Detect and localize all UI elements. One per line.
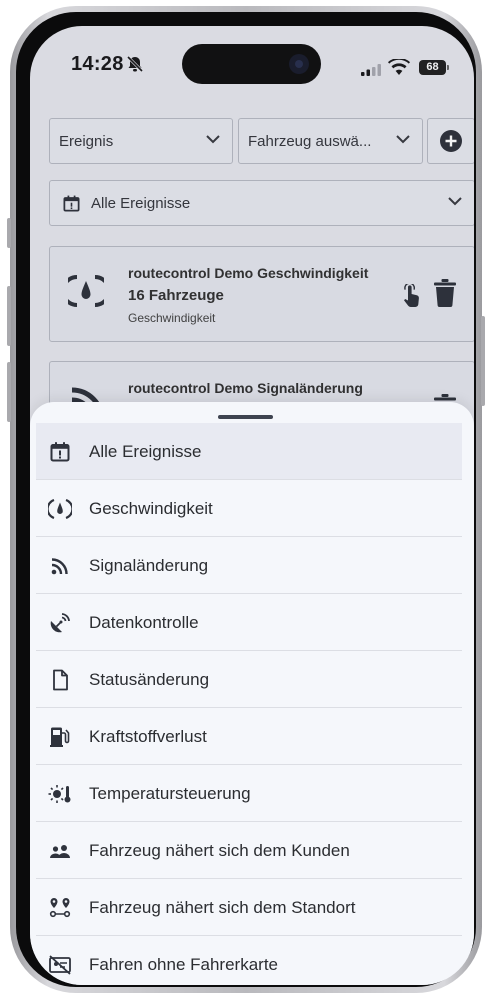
chevron-down-icon bbox=[206, 135, 220, 144]
dynamic-island bbox=[182, 44, 321, 84]
front-camera bbox=[289, 54, 309, 74]
phone-bezel: 14:28 68 Ereignis Fahrzeug auswä... Alle… bbox=[16, 12, 476, 987]
sheet-item-label: Fahrzeug nähert sich dem Kunden bbox=[89, 841, 350, 860]
event-card[interactable]: routecontrol Demo Geschwindigkeit 16 Fah… bbox=[49, 246, 474, 342]
sheet-drag-handle[interactable] bbox=[218, 415, 273, 419]
chevron-down-icon bbox=[448, 197, 462, 206]
people-icon bbox=[50, 845, 70, 858]
cellular-signal-icon bbox=[361, 64, 381, 76]
sheet-item-geschwindigkeit[interactable]: Geschwindigkeit bbox=[36, 480, 462, 537]
sheet-item-fahrzeug-kunden[interactable]: Fahrzeug nähert sich dem Kunden bbox=[36, 822, 462, 879]
sheet-item-label: Kraftstoffverlust bbox=[89, 727, 207, 746]
sheet-item-fahrzeug-standort[interactable]: Fahrzeug nähert sich dem Standort bbox=[36, 879, 462, 936]
date-filter-label: Alle Ereignisse bbox=[91, 195, 191, 212]
power-button bbox=[481, 316, 485, 406]
event-card-title: routecontrol Demo Signaländerung bbox=[128, 380, 363, 396]
sheet-item-datenkontrolle[interactable]: Datenkontrolle bbox=[36, 594, 462, 651]
sheet-item-alle-ereignisse[interactable]: Alle Ereignisse bbox=[36, 423, 462, 480]
status-bar: 14:28 68 bbox=[30, 26, 474, 100]
fuel-pump-icon bbox=[50, 727, 70, 747]
sheet-item-label: Statusänderung bbox=[89, 670, 210, 689]
speedometer-icon bbox=[68, 275, 104, 307]
wifi-icon bbox=[388, 59, 410, 75]
event-select-label: Ereignis bbox=[59, 133, 114, 150]
event-card-title: routecontrol Demo Geschwindigkeit bbox=[128, 265, 369, 281]
speedometer-icon bbox=[48, 498, 72, 520]
sheet-item-label: Temperatursteuerung bbox=[89, 784, 251, 803]
sheet-item-label: Fahren ohne Fahrerkarte bbox=[89, 955, 278, 974]
signal-rss-icon bbox=[51, 558, 68, 575]
temperature-sun-icon bbox=[48, 785, 71, 803]
document-icon bbox=[53, 669, 68, 691]
sheet-item-kraftstoffverlust[interactable]: Kraftstoffverlust bbox=[36, 708, 462, 765]
sheet-item-label: Fahrzeug nähert sich dem Standort bbox=[89, 898, 356, 917]
add-button[interactable] bbox=[427, 118, 474, 164]
calendar-alert-icon bbox=[50, 442, 70, 462]
plus-circle-icon bbox=[440, 130, 462, 152]
event-card-vehicle-count: 16 Fahrzeuge bbox=[128, 287, 224, 304]
chevron-down-icon bbox=[396, 135, 410, 144]
sheet-item-fahren-ohne-fahrerkarte[interactable]: Fahren ohne Fahrerkarte bbox=[36, 936, 462, 985]
sheet-item-statusaenderung[interactable]: Statusänderung bbox=[36, 651, 462, 708]
action-button bbox=[7, 218, 11, 248]
volume-up-button bbox=[7, 286, 11, 346]
satellite-dish-icon bbox=[50, 613, 70, 633]
tap-hand-icon[interactable] bbox=[401, 284, 423, 308]
sheet-item-signalaenderung[interactable]: Signaländerung bbox=[36, 537, 462, 594]
event-select[interactable]: Ereignis bbox=[49, 118, 233, 164]
date-filter-select[interactable]: Alle Ereignisse bbox=[49, 180, 474, 226]
event-type-sheet: Alle Ereignisse Geschwindigkeit Signalän… bbox=[30, 402, 474, 985]
calendar-alert-icon bbox=[63, 195, 80, 212]
sheet-item-temperatursteuerung[interactable]: Temperatursteuerung bbox=[36, 765, 462, 822]
battery-indicator: 68 bbox=[419, 60, 449, 75]
sheet-item-label: Datenkontrolle bbox=[89, 613, 199, 632]
event-card-type: Geschwindigkeit bbox=[128, 311, 216, 325]
driver-card-icon bbox=[49, 955, 71, 975]
location-route-icon bbox=[49, 898, 71, 918]
vehicle-select-label: Fahrzeug auswä... bbox=[248, 133, 372, 150]
sheet-item-label: Geschwindigkeit bbox=[89, 499, 213, 518]
screen: 14:28 68 Ereignis Fahrzeug auswä... Alle… bbox=[30, 26, 474, 985]
vehicle-select[interactable]: Fahrzeug auswä... bbox=[238, 118, 423, 164]
status-time: 14:28 bbox=[71, 53, 124, 75]
delete-trash-icon[interactable] bbox=[434, 279, 456, 307]
volume-down-button bbox=[7, 362, 11, 422]
phone-frame: 14:28 68 Ereignis Fahrzeug auswä... Alle… bbox=[7, 6, 485, 993]
sheet-item-label: Alle Ereignisse bbox=[89, 442, 202, 461]
sheet-item-label: Signaländerung bbox=[89, 556, 209, 575]
bell-muted-icon bbox=[126, 55, 144, 73]
